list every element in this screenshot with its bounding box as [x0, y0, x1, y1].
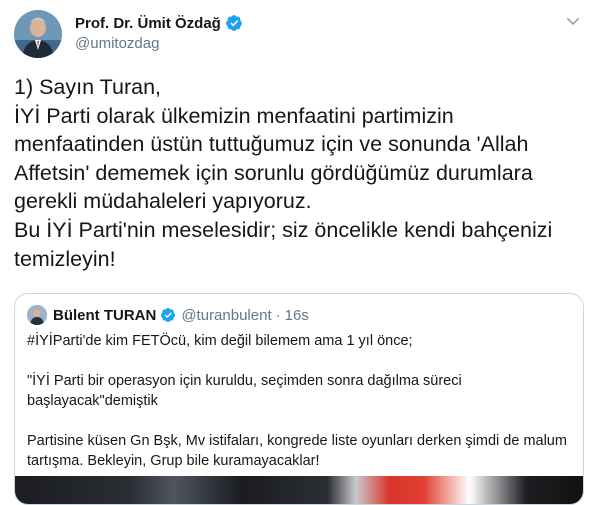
- chevron-down-icon[interactable]: [564, 12, 582, 30]
- quoted-paragraph: #İYİParti'de kim FETÖcü, kim değil bilem…: [27, 333, 413, 349]
- quoted-tweet-header: Bülent TURAN @turanbulent · 16s: [27, 305, 309, 325]
- quoted-paragraph: "İYİ Parti bir operasyon için kuruldu, s…: [27, 373, 462, 409]
- quoted-paragraph: Partisine küsen Gn Bşk, Mv istifaları, k…: [27, 433, 567, 469]
- tweet-line: menfaatinden üstün tuttuğumuz için ve so…: [14, 132, 529, 157]
- handle[interactable]: @umitozdag: [75, 35, 159, 52]
- name-row: Prof. Dr. Ümit Özdağ: [75, 14, 243, 32]
- avatar-image: [14, 10, 62, 58]
- tweet-line: gerekli müdahaleleri yapıyoruz.: [14, 189, 312, 214]
- display-name[interactable]: Prof. Dr. Ümit Özdağ: [75, 15, 221, 32]
- quoted-display-name[interactable]: Bülent TURAN: [53, 307, 156, 324]
- quoted-tweet[interactable]: Bülent TURAN @turanbulent · 16s #İYİPart…: [14, 293, 584, 505]
- separator-dot: ·: [275, 306, 281, 324]
- tweet-line: 1) Sayın Turan,: [14, 75, 161, 99]
- tweet-line: İYİ Parti olarak ülkemizin menfaatini pa…: [14, 103, 454, 128]
- quoted-media-preview[interactable]: [15, 476, 583, 504]
- tweet-line: temizleyin!: [14, 246, 116, 271]
- verified-badge-icon: [161, 308, 176, 322]
- quoted-avatar[interactable]: [27, 305, 47, 325]
- tweet-text: 1) Sayın Turan, İYİ Parti olarak ülkemiz…: [14, 73, 584, 273]
- quoted-handle[interactable]: @turanbulent: [181, 307, 271, 324]
- verified-badge-icon: [225, 15, 242, 31]
- quoted-tweet-text: #İYİParti'de kim FETÖcü, kim değil bilem…: [27, 331, 572, 471]
- quoted-avatar-image: [27, 305, 47, 325]
- tweet-line: Bu İYİ Parti'nin meselesidir; siz önceli…: [14, 217, 553, 242]
- quoted-timestamp[interactable]: 16s: [285, 307, 309, 324]
- tweet-header: Prof. Dr. Ümit Özdağ @umitozdag: [14, 10, 584, 62]
- tweet-line: Affetsin' dememek için sorunlu gördüğümü…: [14, 160, 533, 185]
- avatar[interactable]: [14, 10, 62, 58]
